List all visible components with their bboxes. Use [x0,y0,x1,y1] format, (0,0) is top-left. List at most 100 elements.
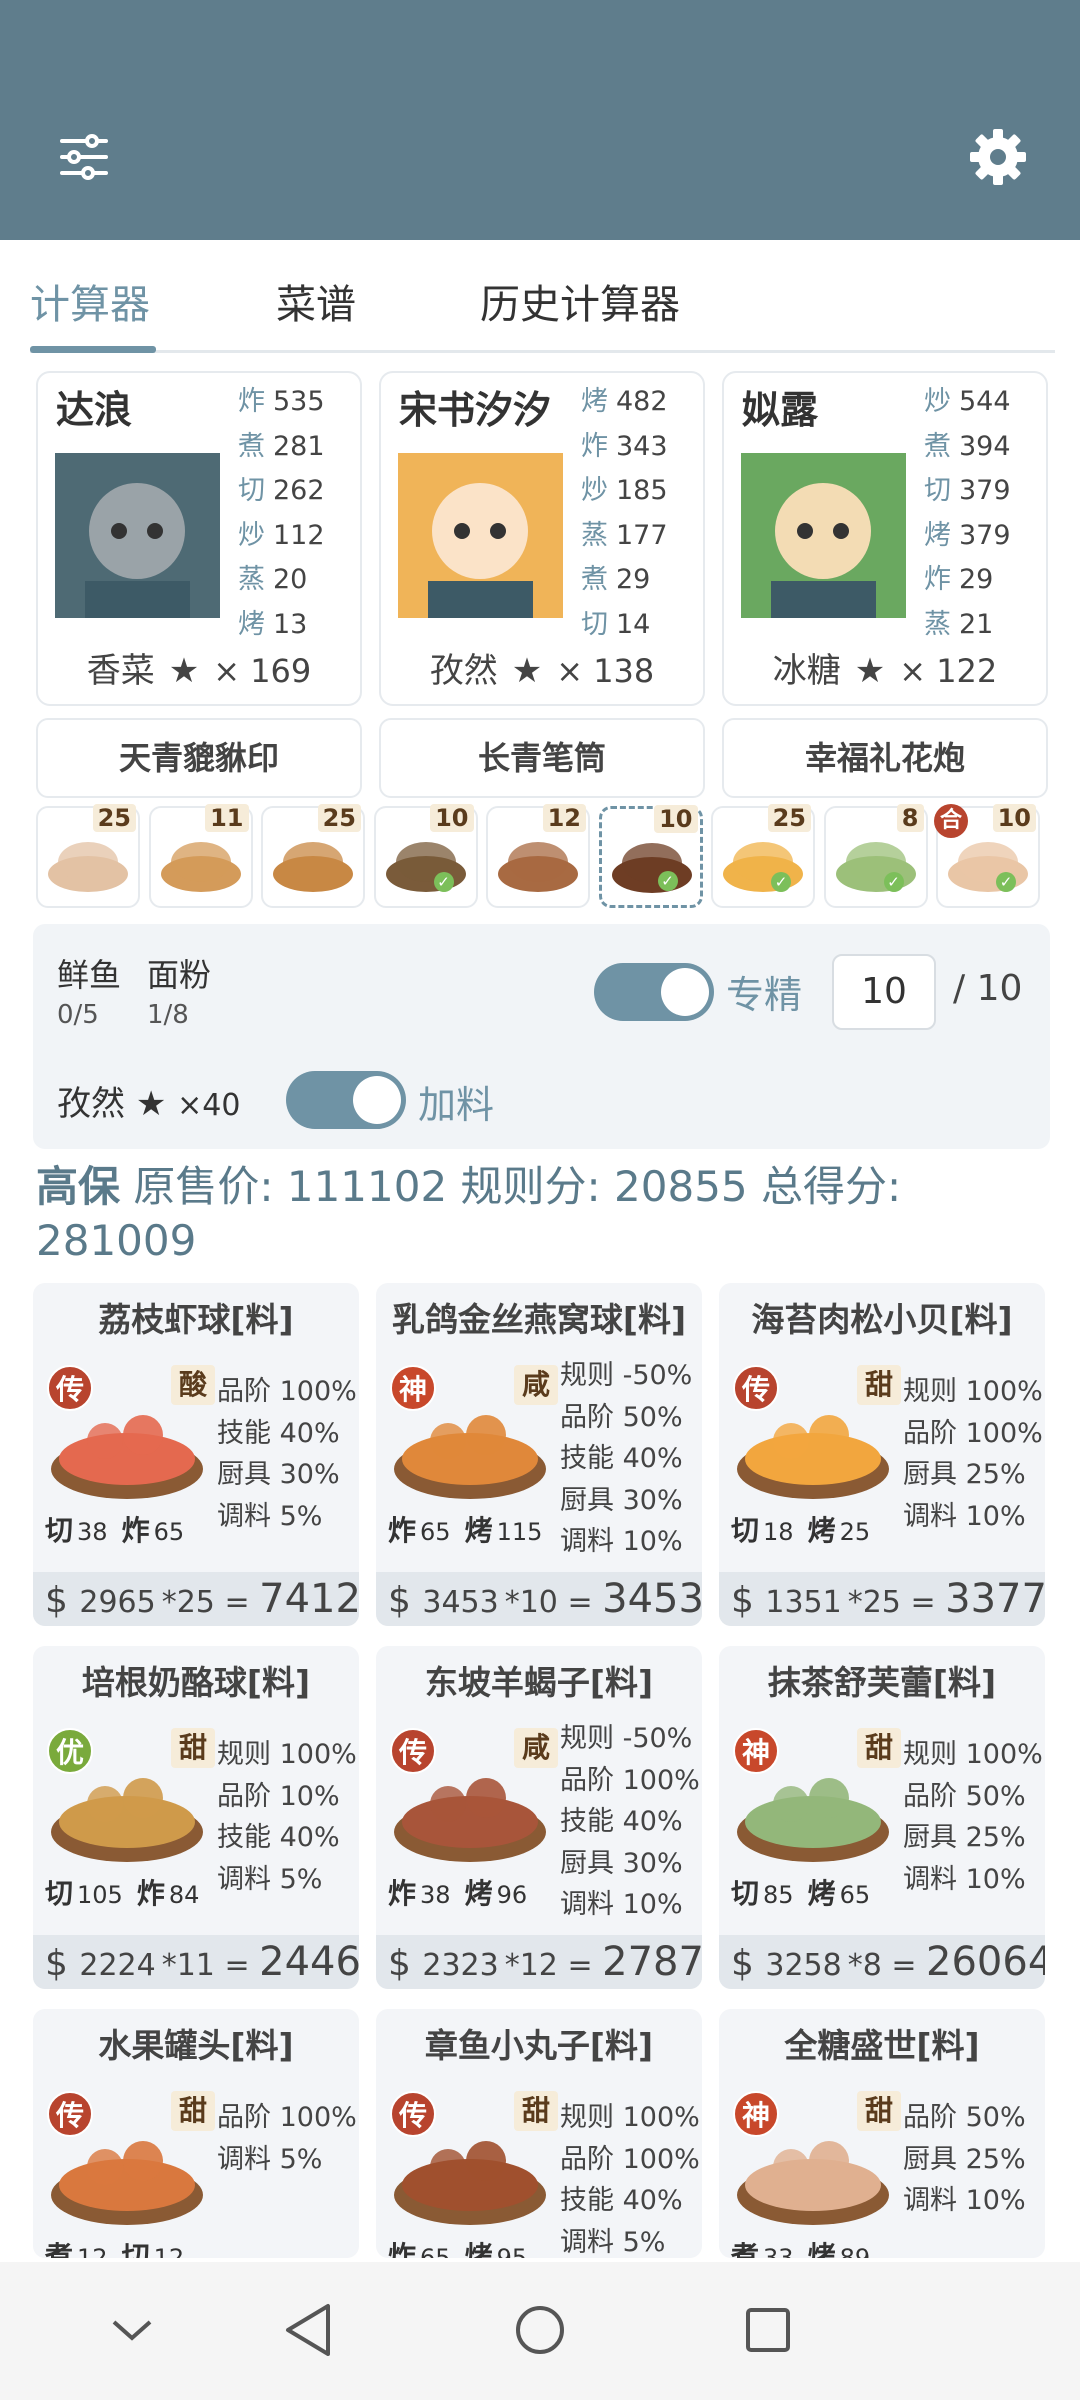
chef-skill-type: 煮 [238,430,265,462]
chef-skill-value: 112 [273,519,325,551]
price-bar: $ 3453*10 = 34530 [376,1572,702,1626]
dish-card[interactable]: 抹茶舒芙蕾[料] 神 甜切 85 烤 65 规则 100% 品阶 50% 厨具 25% 调料 10… [719,1646,1045,1989]
recipe-thumb[interactable]: 25 [261,804,365,908]
recipe-count-badge: 25 [767,804,811,832]
taste-badge: 甜 [857,2091,901,2131]
filter-sliders-icon[interactable] [52,125,116,189]
dollar-sign: $ [45,1943,80,1984]
chef-card[interactable]: 宋书汐汐烤 482 炸 343 炒 185 蒸 177 煮 29 切 14 孜然 ★ × 138 [379,371,705,706]
unit-price: 3453 [422,1585,499,1620]
dish-card[interactable]: 荔枝虾球[料] 传 酸切 38 炸 65 品阶 100% 技能 40% 厨具 30% 调料 5% $… [33,1283,359,1626]
skill-cost-value: 115 [496,1518,543,1546]
score-summary: 高保 原售价: 111102 规则分: 20855 总得分: 281009 [36,1160,1046,1268]
equipment-button[interactable]: 天青貔貅印 [36,718,362,798]
ingredient-name: 冰糖 [772,651,841,691]
dish-card[interactable]: 乳鸽金丝燕窝球[料] 神 咸炸 65 烤 115 规则 -50% 品阶 50% 技能 40% 厨具… [376,1283,702,1626]
chef-skill: 炸 535 [238,379,325,418]
skill-cost-type: 切 [121,2240,150,2258]
checkmark-icon: ✓ [996,872,1016,892]
bonus-line: 规则 100% [903,1376,1043,1407]
recipe-thumb[interactable]: 10 ✓ [598,805,703,908]
skill-cost-type: 烤 [464,1514,493,1547]
dish-card[interactable]: 章鱼小丸子[料] 传 甜炸 65 烤 95 规则 100% 品阶 100% 技能 40% 调料 5… [376,2009,702,2258]
taste-badge: 甜 [857,1728,901,1768]
recipe-thumb[interactable]: 25 [36,804,140,908]
recent-apps-square-icon[interactable] [744,2306,792,2354]
equipment-button[interactable]: 幸福礼花炮 [722,718,1048,798]
rarity-badge: 传 [47,1365,93,1411]
chef-skill: 炸 343 [581,424,668,463]
tab-calculator[interactable]: 计算器 [30,272,150,330]
taste-badge: 甜 [857,1365,901,1405]
chef-skill-type: 切 [238,475,265,506]
dish-name: 培根奶酪球[料] [81,1663,311,1702]
bonus-line: 厨具 30% [560,1847,683,1879]
ingredient-star: ★ [854,651,886,691]
unit-price: 3258 [765,1948,842,1983]
line-total: 26064 [926,1939,1045,1985]
seasoning-name: 孜然 [57,1084,125,1124]
bonus-line: 品阶 100% [903,1417,1043,1449]
tab-recipes[interactable]: 菜谱 [276,272,356,330]
specialize-input[interactable]: 10 [832,954,936,1030]
skill-cost-value: 38 [77,1518,108,1546]
dish-card[interactable]: 海苔肉松小贝[料] 传 甜切 18 烤 25 规则 100% 品阶 100% 厨具 25% 调料 … [719,1283,1045,1626]
chef-skill: 烤 379 [924,513,1011,552]
recipe-count-badge: 11 [205,804,249,832]
chef-skill-value: 262 [273,475,325,506]
recipe-thumb[interactable]: 11 [148,804,253,908]
recipe-count-badge: 25 [92,804,136,832]
taste-badge: 甜 [514,2091,558,2131]
chef-skill-value: 177 [616,519,668,551]
chef-skill: 蒸 20 [238,557,307,596]
chef-skill: 煮 29 [581,557,650,596]
skill-cost-type: 切 [731,1514,760,1547]
chef-skill-value: 281 [273,430,325,462]
skill-cost-type: 烤 [807,1877,836,1910]
back-triangle-icon[interactable] [282,2302,336,2358]
specialize-toggle[interactable] [594,963,714,1021]
checkmark-icon: ✓ [657,871,678,891]
dish-card[interactable]: 全糖盛世[料] 神 甜煮 33 烤 89 品阶 50% 厨具 25% 调料 10% [719,2009,1045,2258]
recipe-count-badge: 12 [542,804,586,832]
dish-card[interactable]: 东坡羊蝎子[料] 传 咸炸 38 烤 96 规则 -50% 品阶 100% 技能 40% 厨具 3… [376,1646,702,1989]
dollar-sign: $ [731,1943,766,1984]
recipe-thumb[interactable]: 8 ✓ [823,804,928,908]
chef-skill-value: 379 [959,519,1011,551]
recipe-thumb[interactable]: 25 ✓ [711,804,815,908]
material-fish-value: 0/5 [57,1000,99,1030]
dollar-sign: $ [45,1580,80,1621]
dish-card[interactable]: 培根奶酪球[料] 优 甜切 105 炸 84 规则 100% 品阶 10% 技能 40% 调料 5… [33,1646,359,1989]
chef-card[interactable]: 达浪 炸 535 煮 281 切 262 炒 112 蒸 20 烤 13 香菜 ★ × 169 [36,371,362,706]
skill-cost-type: 切 [731,1877,760,1910]
taste-badge: 甜 [171,2091,215,2131]
bonus-line: 品阶 50% [903,1780,1026,1812]
settings-gear-icon[interactable] [966,125,1030,189]
recipe-thumb[interactable]: 12 [486,804,590,908]
dish-card[interactable]: 水果罐头[料] 传甜煮 12 切 12 品阶 100% 调料 5% [33,2009,359,2258]
combo-tag: 合 [934,804,968,838]
home-circle-icon[interactable] [514,2304,566,2356]
seasoning-toggle[interactable] [286,1071,406,1129]
bonus-line: 规则 100% [217,1739,357,1770]
line-total: 33775 [945,1576,1045,1622]
chef-skill: 蒸 21 [924,602,993,641]
material-flour-value: 1/8 [147,1000,189,1030]
chef-skill-type: 煮 [581,564,608,595]
equipment-button[interactable]: 长青笔筒 [379,718,705,798]
bonus-line: 技能 40% [560,1443,683,1474]
chef-skill-type: 炒 [924,386,951,417]
bonus-line: 调料 5% [217,1500,323,1532]
chef-skill: 炒 544 [924,379,1011,418]
chef-skill-type: 蒸 [924,608,951,640]
skill-cost-value: 65 [420,2244,451,2258]
ingredient-name: 香菜 [86,651,155,691]
bonus-line: 调料 10% [560,1526,683,1557]
chef-card[interactable]: 姒露炒 544 煮 394 切 379 烤 379 炸 29 蒸 21 冰糖 ★ × 122 [722,371,1048,706]
recipe-thumb[interactable]: 10 合 ✓ [934,804,1040,908]
chef-name: 达浪 [56,388,133,432]
tab-history-calculator[interactable]: 历史计算器 [480,272,680,330]
collapse-chevron-icon[interactable] [110,2314,154,2344]
line-total: 27876 [602,1939,702,1985]
recipe-thumb[interactable]: 10 ✓ [373,804,478,908]
